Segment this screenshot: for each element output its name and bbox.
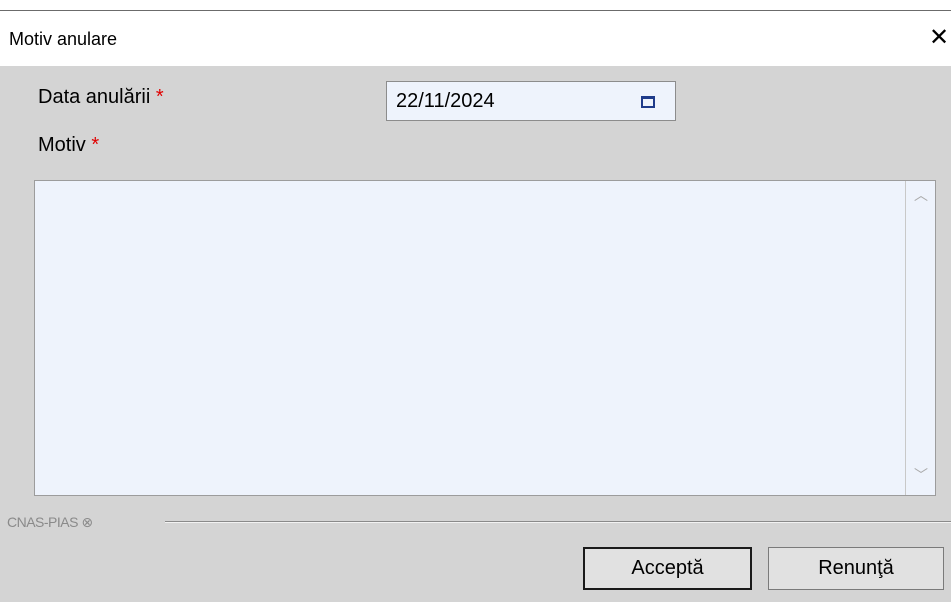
- brand-mark-icon: ⊗: [81, 514, 93, 530]
- cancel-button[interactable]: Renunţă: [768, 547, 944, 590]
- dialog-titlebar: Motiv anulare ✕: [0, 11, 951, 66]
- date-label-row: Data anulării *: [38, 86, 164, 109]
- date-value[interactable]: 22/11/2024: [396, 90, 495, 113]
- motiv-label-row: Motiv *: [38, 134, 99, 157]
- calendar-icon[interactable]: [639, 92, 657, 110]
- close-icon[interactable]: ✕: [928, 25, 950, 51]
- brand-text: CNAS-PIAS: [7, 514, 78, 530]
- scroll-down-arrow-icon[interactable]: ﹀: [906, 465, 936, 485]
- date-picker-field[interactable]: 22/11/2024: [386, 81, 676, 121]
- accept-button[interactable]: Acceptă: [583, 547, 752, 590]
- motiv-textarea[interactable]: ︿ ﹀: [34, 180, 936, 496]
- required-asterisk: *: [91, 134, 100, 156]
- required-asterisk: *: [155, 86, 164, 108]
- scroll-up-arrow-icon[interactable]: ︿: [906, 185, 936, 205]
- motiv-label: Motiv: [38, 134, 86, 156]
- date-label: Data anulării: [38, 86, 151, 108]
- textarea-scrollbar[interactable]: ︿ ﹀: [905, 181, 935, 495]
- dialog-title: Motiv anulare: [9, 29, 118, 49]
- brand-label: CNAS-PIAS ⊗: [7, 514, 93, 531]
- footer-separator: [165, 521, 951, 522]
